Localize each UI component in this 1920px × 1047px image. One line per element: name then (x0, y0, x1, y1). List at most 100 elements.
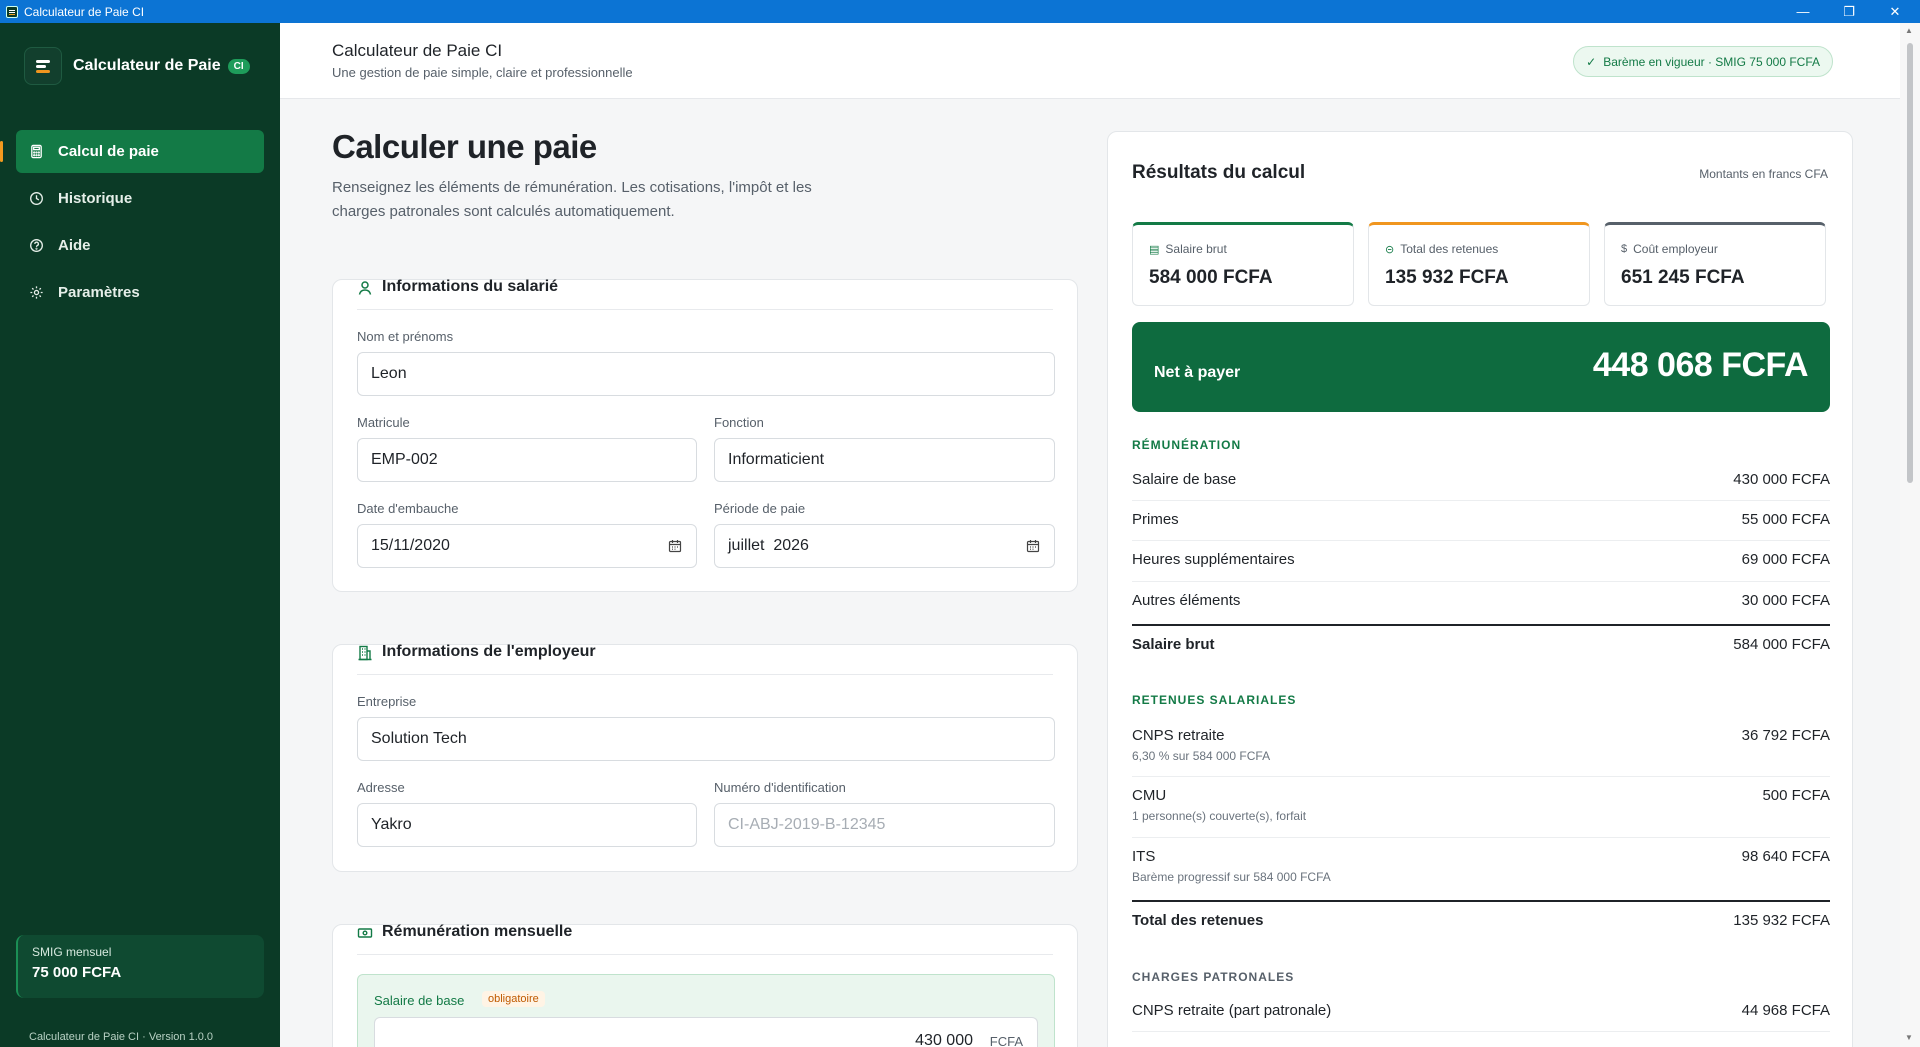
result-row: Autres éléments 30 000 FCFA (1132, 582, 1830, 622)
base-salary-label: Salaire de base (374, 993, 465, 1008)
page-scrollbar[interactable]: ▲ ▼ (1900, 23, 1920, 1047)
base-salary-input[interactable]: 430 000 FCFA (374, 1017, 1038, 1047)
hire-date-value: 15/11/2020 (371, 537, 450, 554)
base-salary-value: 430 000 (915, 1032, 973, 1047)
restore-icon[interactable]: ❐ (1826, 0, 1872, 23)
result-row: Primes 55 000 FCFA (1132, 501, 1830, 541)
address-label: Adresse (357, 780, 405, 795)
section-patronales: CHARGES PATRONALES (1132, 970, 1295, 984)
stat-value: 135 932 FCFA (1385, 267, 1509, 288)
net-pay-value: 448 068 FCFA (1592, 346, 1809, 384)
results-note: Montants en francs CFA (1699, 167, 1828, 181)
smig-summary: SMIG mensuel 75 000 FCFA (16, 935, 264, 998)
smig-value: 75 000 FCFA (32, 964, 122, 981)
results-panel: Résultats du calcul Montants en francs C… (1107, 131, 1853, 1047)
minimize-icon[interactable]: — (1780, 0, 1826, 23)
address-input[interactable]: Yakro (357, 803, 697, 847)
sidebar-item-label: Paramètres (58, 284, 140, 301)
sidebar-item-aide[interactable]: Aide (16, 224, 264, 267)
header: Calculateur de Paie CI Une gestion de pa… (280, 23, 1900, 99)
row-value: 500 FCFA (1762, 787, 1830, 804)
sidebar-item-calcul[interactable]: Calcul de paie (0, 130, 264, 173)
row-label: Primes (1132, 511, 1179, 528)
result-total-row: Total des retenues 135 932 FCFA (1132, 900, 1830, 942)
fonction-label: Fonction (714, 415, 764, 430)
logo-icon (24, 47, 62, 85)
net-pay-label: Net à payer (1154, 364, 1241, 381)
fonction-input[interactable]: Informaticient (714, 438, 1055, 482)
matricule-label: Matricule (357, 415, 410, 430)
stat-deductions: ⊝ Total des retenues 135 932 FCFA (1368, 222, 1590, 306)
employer-card: Informations de l'employeur Entreprise S… (332, 643, 1078, 872)
page-title: Calculer une paie (332, 128, 597, 165)
header-subtitle: Une gestion de paie simple, claire et pr… (332, 65, 633, 80)
close-icon[interactable]: ✕ (1872, 0, 1918, 23)
window-titlebar: Calculateur de Paie CI — ❐ ✕ (0, 0, 1920, 23)
hire-date-input[interactable]: 15/11/2020 (357, 524, 697, 568)
dollar-icon: $ (1621, 243, 1628, 255)
stat-label: Total des retenues (1400, 242, 1499, 256)
employer-card-header: Informations de l'employeur (357, 643, 1053, 675)
check-icon: ✓ (1586, 54, 1597, 69)
result-row: CMU 1 personne(s) couverte(s), forfait 5… (1132, 777, 1830, 838)
calendar-icon[interactable] (668, 539, 682, 553)
row-value: 30 000 FCFA (1741, 592, 1830, 609)
row-label: Total des retenues (1132, 912, 1264, 929)
stat-label: Coût employeur (1633, 242, 1718, 256)
result-row: CNPS retraite (part patronale) 44 968 FC… (1132, 992, 1830, 1032)
period-label: Période de paie (714, 501, 806, 516)
scroll-down-icon[interactable]: ▼ (1905, 1033, 1913, 1042)
user-icon (357, 280, 373, 296)
row-value: 584 000 FCFA (1733, 636, 1830, 653)
app-icon (6, 5, 18, 18)
company-label: Entreprise (357, 694, 417, 709)
result-row: Salaire de base 430 000 FCFA (1132, 461, 1830, 501)
section-retenues: RETENUES SALARIALES (1132, 693, 1297, 707)
row-label: Autres éléments (1132, 592, 1241, 609)
banknote-icon (357, 925, 373, 941)
remuneration-card-title: Rémunération mensuelle (382, 923, 573, 940)
stat-value: 584 000 FCFA (1149, 267, 1273, 288)
sidebar-item-historique[interactable]: Historique (16, 177, 264, 220)
result-row: Heures supplémentaires 69 000 FCFA (1132, 541, 1830, 582)
row-label: CMU (1132, 787, 1167, 804)
row-value: 55 000 FCFA (1741, 511, 1830, 528)
brand[interactable]: Calculateur de Paie CI (24, 47, 250, 85)
sidebar-nav: Calcul de paie Historique Aide Paramètre… (0, 130, 264, 318)
employee-card-header: Informations du salarié (357, 278, 1053, 310)
row-label: CNPS retraite (1132, 727, 1225, 744)
name-label: Nom et prénoms (357, 329, 454, 344)
employee-card-title: Informations du salarié (382, 278, 559, 295)
period-value: juillet 2026 (728, 537, 809, 554)
remuneration-card: Rémunération mensuelle Salaire de base o… (332, 923, 1078, 1047)
remuneration-card-header: Rémunération mensuelle (357, 923, 1053, 955)
id-number-input[interactable]: CI-ABJ-2019-B-12345 (714, 803, 1055, 847)
row-label: CNPS retraite (part patronale) (1132, 1002, 1332, 1019)
base-salary-unit: FCFA (989, 1034, 1023, 1047)
results-title: Résultats du calcul (1132, 162, 1306, 183)
name-input[interactable]: Leon (357, 352, 1055, 396)
gear-icon (28, 285, 44, 301)
sidebar-item-parametres[interactable]: Paramètres (16, 271, 264, 314)
scrollbar-thumb[interactable] (1907, 43, 1913, 483)
net-pay-banner: Net à payer 448 068 FCFA (1132, 322, 1830, 412)
sidebar-item-label: Aide (58, 237, 91, 254)
employee-card: Informations du salarié Nom et prénoms L… (332, 278, 1078, 592)
row-value: 44 968 FCFA (1741, 1002, 1830, 1019)
period-input[interactable]: juillet 2026 (714, 524, 1055, 568)
scroll-up-icon[interactable]: ▲ (1905, 26, 1913, 35)
row-value: 98 640 FCFA (1741, 848, 1830, 865)
result-row: ITS Barème progressif sur 584 000 FCFA 9… (1132, 838, 1830, 899)
employer-card-title: Informations de l'employeur (382, 643, 596, 660)
matricule-input[interactable]: EMP-002 (357, 438, 697, 482)
company-input[interactable]: Solution Tech (357, 717, 1055, 761)
calendar-icon[interactable] (1026, 539, 1040, 553)
chart-icon: ▤ (1149, 243, 1160, 256)
sidebar: Calculateur de Paie CI Calcul de paie Hi… (0, 23, 280, 1047)
row-sublabel: 1 personne(s) couverte(s), forfait (1132, 809, 1307, 823)
version-label: Calculateur de Paie CI · Version 1.0.0 (29, 1031, 214, 1043)
sidebar-item-label: Calcul de paie (58, 143, 159, 160)
help-icon (28, 238, 44, 254)
row-label: Heures supplémentaires (1132, 551, 1295, 568)
required-badge: obligatoire (482, 991, 545, 1007)
